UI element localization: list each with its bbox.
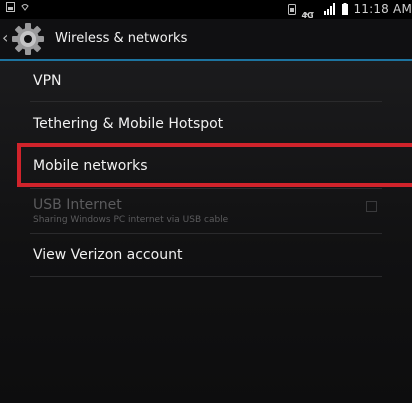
list-item-view-verizon-account[interactable]: View Verizon account	[30, 234, 382, 277]
battery-icon	[342, 3, 349, 15]
list-item-label: USB Internet	[33, 197, 122, 213]
network-indicator: 4G	[301, 3, 319, 19]
data-arrows-icon	[304, 11, 315, 15]
page-title: Wireless & networks	[55, 31, 188, 46]
sim-icon	[288, 3, 297, 15]
wifi-icon	[21, 4, 29, 11]
list-item-vpn[interactable]: VPN	[30, 61, 382, 102]
list-item-usb-internet: USB Internet Sharing Windows PC internet…	[30, 189, 382, 234]
screenshot-icon	[6, 2, 15, 12]
list-item-label: Tethering & Mobile Hotspot	[33, 116, 224, 132]
gear-icon[interactable]	[11, 22, 45, 56]
list-item-subtitle: Sharing Windows PC internet via USB cabl…	[33, 215, 229, 225]
status-time: 11:18 AM	[353, 2, 412, 16]
list-item-mobile-networks[interactable]: Mobile networks	[30, 144, 382, 189]
list-item-label: Mobile networks	[33, 158, 148, 174]
settings-list: VPN Tethering & Mobile Hotspot Mobile ne…	[0, 61, 412, 403]
back-chevron-icon[interactable]: ‹	[2, 30, 8, 46]
list-item-label: View Verizon account	[33, 247, 183, 263]
status-right: 4G 11:18 AM	[288, 2, 412, 19]
list-item-label: VPN	[33, 73, 62, 89]
usb-internet-checkbox	[366, 201, 377, 212]
action-bar: ‹ Wireless & networks	[0, 19, 412, 61]
signal-icon	[324, 3, 336, 15]
status-bar: 4G 11:18 AM	[0, 0, 412, 19]
list-item-tethering[interactable]: Tethering & Mobile Hotspot	[30, 102, 382, 144]
status-left	[6, 2, 29, 12]
